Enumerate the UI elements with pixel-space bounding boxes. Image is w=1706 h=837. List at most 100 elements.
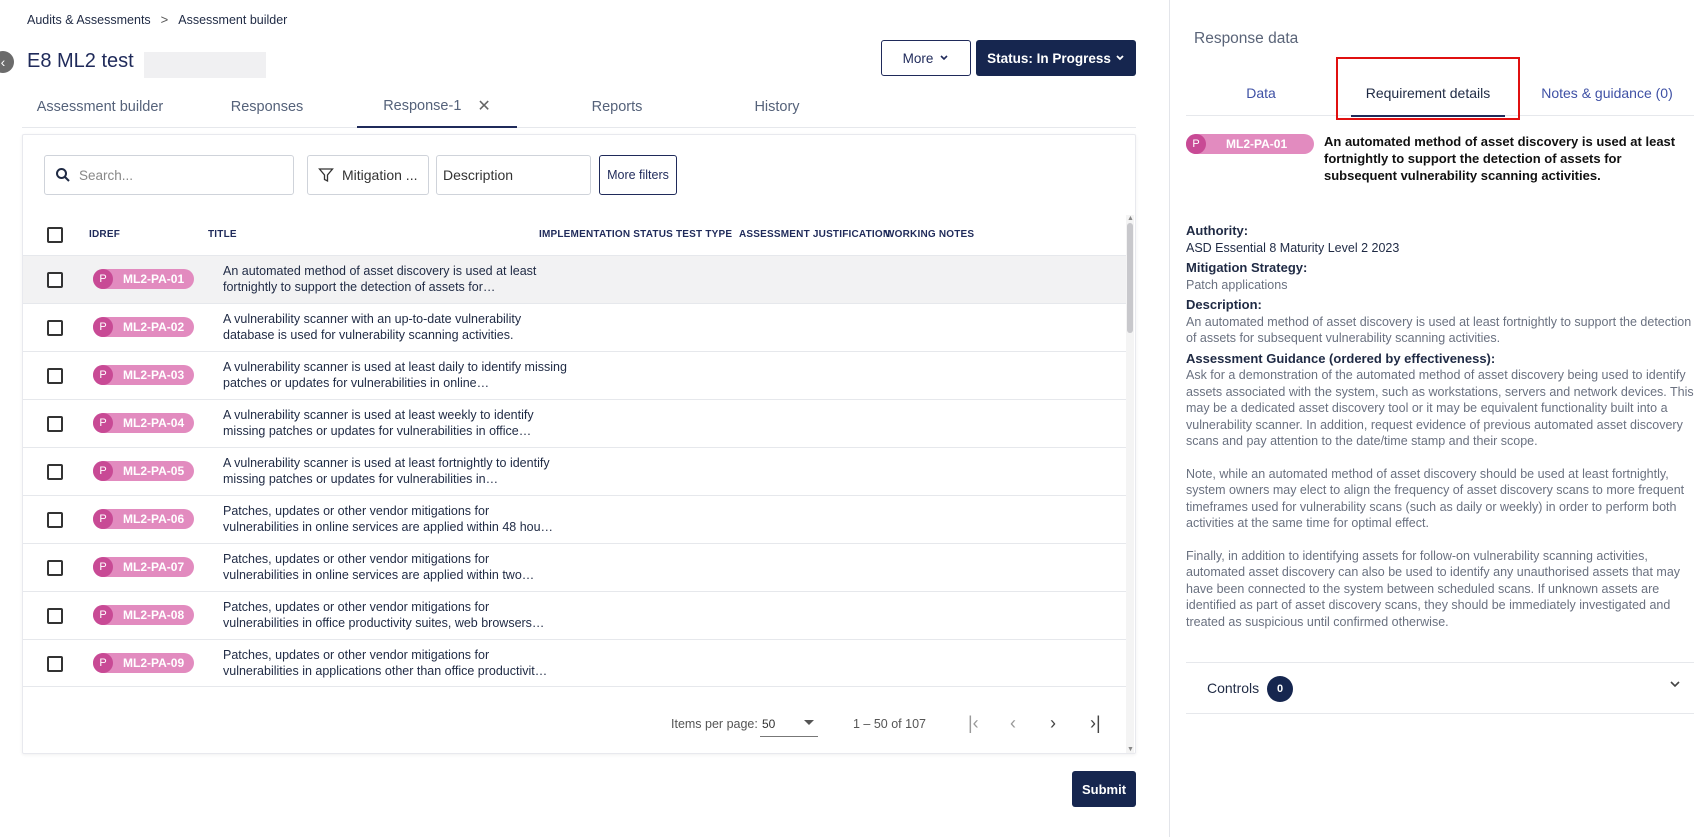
table-row[interactable]: P ML2-PA-06 Patches, updates or other ven… — [23, 495, 1127, 543]
scrollbar-thumb[interactable] — [1127, 223, 1133, 333]
table-row[interactable]: P ML2-PA-08 Patches, updates or other ven… — [23, 591, 1127, 639]
idref-badge: P ML2-PA-03 — [93, 365, 194, 385]
authority-label: Authority: — [1186, 223, 1249, 238]
first-page-icon[interactable]: |‹ — [968, 713, 979, 734]
title-placeholder — [144, 52, 266, 78]
badge-letter: P — [93, 605, 113, 625]
idref-badge: P ML2-PA-09 — [93, 653, 194, 673]
table-row[interactable]: P ML2-PA-02 A vulnerability scanner with … — [23, 303, 1127, 351]
tab-response-1[interactable]: Response-1 ✕ — [357, 86, 517, 128]
row-checkbox[interactable] — [47, 368, 63, 384]
breadcrumb-root[interactable]: Audits & Assessments — [27, 13, 151, 27]
idref-badge: P ML2-PA-06 — [93, 509, 194, 529]
row-title: Patches, updates or other vendor mitigat… — [223, 552, 535, 582]
table-row[interactable]: P ML2-PA-07 Patches, updates or other ven… — [23, 543, 1127, 591]
idref-badge: P ML2-PA-02 — [93, 317, 194, 337]
more-button[interactable]: More — [881, 40, 971, 76]
tab-bar: Assessment builder Responses Response-1 ✕… — [22, 86, 1136, 128]
tab-assessment-builder[interactable]: Assessment builder — [22, 86, 178, 128]
row-title: A vulnerability scanner is used at least… — [223, 408, 534, 438]
table-row[interactable]: P ML2-PA-05 A vulnerability scanner is us… — [23, 447, 1127, 495]
description-filter[interactable]: Description — [436, 155, 591, 195]
mitigation-filter[interactable]: Mitigation ... — [307, 155, 429, 195]
tab-history[interactable]: History — [712, 86, 842, 128]
scroll-up-icon[interactable]: ▲ — [1127, 215, 1134, 222]
scroll-down-icon[interactable]: ▼ — [1127, 746, 1134, 753]
status-button-label: Status: In Progress — [987, 50, 1111, 66]
row-title: A vulnerability scanner is used at least… — [223, 456, 550, 486]
badge-id: ML2-PA-09 — [123, 656, 185, 670]
badge-id: ML2-PA-05 — [123, 464, 185, 478]
badge-id: ML2-PA-02 — [123, 320, 185, 334]
badge-id: ML2-PA-08 — [123, 608, 185, 622]
column-header-working-notes[interactable]: WORKING NOTES — [885, 229, 974, 240]
row-checkbox[interactable] — [47, 512, 63, 528]
main-area: Audits & Assessments > Assessment builde… — [0, 0, 1169, 837]
badge-id: ML2-PA-03 — [123, 368, 185, 382]
badge-id: ML2-PA-06 — [123, 512, 185, 526]
column-header-assessment-justification[interactable]: ASSESSMENT JUSTIFICATION — [739, 229, 890, 240]
table-row[interactable]: P ML2-PA-03 A vulnerability scanner is us… — [23, 351, 1127, 399]
items-per-page-label: Items per page: — [671, 717, 758, 731]
column-header-title[interactable]: TITLE — [208, 229, 237, 240]
chevron-left-icon: ‹ — [0, 54, 6, 70]
table-body: P ML2-PA-01 An automated method of asset … — [23, 255, 1127, 687]
dropdown-arrow-icon — [804, 720, 814, 725]
submit-button[interactable]: Submit — [1072, 771, 1136, 807]
row-checkbox[interactable] — [47, 560, 63, 576]
column-header-test-type[interactable]: TEST TYPE — [676, 229, 732, 240]
status-button[interactable]: Status: In Progress — [976, 40, 1136, 76]
items-per-page-select[interactable]: 50 — [760, 711, 818, 737]
select-all-checkbox[interactable] — [47, 227, 63, 243]
chevron-down-icon — [940, 55, 948, 61]
idref-badge: P ML2-PA-07 — [93, 557, 194, 577]
description-value: An automated method of asset discovery i… — [1186, 314, 1692, 346]
idref-badge: P ML2-PA-04 — [93, 413, 194, 433]
row-title: A vulnerability scanner with an up-to-da… — [223, 312, 522, 342]
next-page-icon[interactable]: › — [1050, 713, 1056, 734]
badge-letter: P — [93, 461, 113, 481]
page-title: E8 ML2 test — [27, 50, 134, 72]
mitigation-label: Mitigation Strategy: — [1186, 260, 1308, 275]
table-row[interactable]: P ML2-PA-04 A vulnerability scanner is us… — [23, 399, 1127, 447]
breadcrumb-separator: > — [160, 12, 169, 27]
row-checkbox[interactable] — [47, 416, 63, 432]
breadcrumb-current: Assessment builder — [178, 12, 288, 27]
row-checkbox[interactable] — [47, 608, 63, 624]
column-header-implementation-status[interactable]: IMPLEMENTATION STATUS — [539, 229, 673, 240]
idref-badge: P ML2-PA-08 — [93, 605, 194, 625]
row-title: Patches, updates or other vendor mitigat… — [223, 648, 548, 678]
row-title: An automated method of asset discovery i… — [223, 264, 537, 294]
back-button[interactable]: ‹ — [0, 51, 14, 73]
idref-badge: P ML2-PA-05 — [93, 461, 194, 481]
response-data-panel: Response data Data Requirement details N… — [1169, 0, 1706, 837]
last-page-icon[interactable]: ›| — [1090, 713, 1101, 734]
badge-letter: P — [1186, 134, 1206, 154]
controls-expander[interactable]: Controls 0 — [1186, 662, 1694, 714]
controls-label: Controls — [1207, 680, 1260, 696]
table-row[interactable]: P ML2-PA-01 An automated method of asset … — [23, 255, 1127, 303]
column-header-idref[interactable]: IDREF — [89, 229, 120, 240]
row-checkbox[interactable] — [47, 656, 63, 672]
badge-letter: P — [93, 509, 113, 529]
row-checkbox[interactable] — [47, 320, 63, 336]
row-checkbox[interactable] — [47, 464, 63, 480]
more-filters-button[interactable]: More filters — [599, 155, 677, 195]
search-input[interactable]: Search... — [44, 155, 294, 195]
authority-value: ASD Essential 8 Maturity Level 2 2023 — [1186, 240, 1400, 255]
description-label: Description: — [1186, 297, 1262, 312]
requirements-table-panel: Search... Mitigation ... Description Mor… — [22, 134, 1136, 754]
table-scrollbar[interactable]: ▲ ▼ — [1126, 215, 1134, 753]
close-icon[interactable]: ✕ — [477, 96, 490, 116]
tab-responses[interactable]: Responses — [202, 86, 332, 128]
previous-page-icon[interactable]: ‹ — [1010, 713, 1016, 734]
requirement-details: Authority: ASD Essential 8 Maturity Leve… — [1186, 219, 1694, 646]
badge-id: ML2-PA-04 — [123, 416, 185, 430]
tab-data[interactable]: Data — [1186, 70, 1336, 116]
tab-reports[interactable]: Reports — [552, 86, 682, 128]
tab-notes-guidance[interactable]: Notes & guidance (0) — [1520, 70, 1694, 116]
row-checkbox[interactable] — [47, 272, 63, 288]
requirement-heading: An automated method of asset discovery i… — [1324, 134, 1676, 183]
table-row[interactable]: P ML2-PA-09 Patches, updates or other ven… — [23, 639, 1127, 687]
mitigation-filter-label: Mitigation ... — [342, 167, 418, 183]
